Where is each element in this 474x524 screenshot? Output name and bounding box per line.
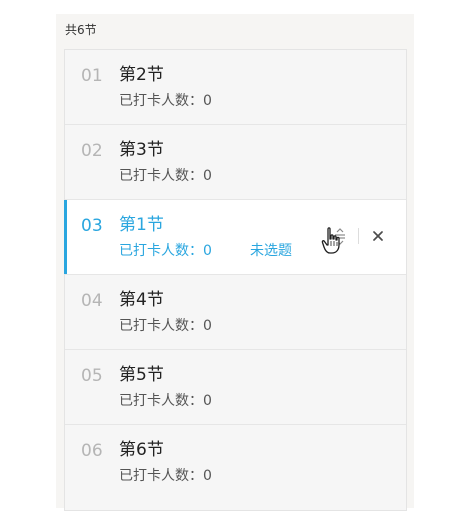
- section-count: 共6节: [65, 23, 97, 37]
- action-divider: [358, 228, 359, 244]
- checkin-count: 已打卡人数：0: [119, 318, 212, 334]
- section-number: 04: [81, 291, 103, 311]
- checkin-count: 已打卡人数：0: [119, 468, 212, 484]
- section-panel: 共6节 01 第2节 已打卡人数：0 02 第3节 已打卡人数：0 03 第1节…: [56, 14, 414, 511]
- hand-pointer-icon: [321, 226, 345, 258]
- section-list: 01 第2节 已打卡人数：0 02 第3节 已打卡人数：0 03 第1节 已打卡…: [64, 49, 407, 511]
- section-item[interactable]: 02 第3节 已打卡人数：0: [65, 125, 406, 200]
- section-title: 第2节: [119, 65, 164, 85]
- section-item[interactable]: 06 第6节 已打卡人数：0: [65, 425, 406, 498]
- section-number: 06: [81, 441, 103, 461]
- close-icon[interactable]: [370, 226, 386, 246]
- section-item[interactable]: 01 第2节 已打卡人数：0: [65, 50, 406, 125]
- section-number: 02: [81, 141, 103, 161]
- section-item-active[interactable]: 03 第1节 已打卡人数：0 未选题: [64, 200, 406, 275]
- checkin-count: 已打卡人数：0: [119, 168, 212, 184]
- section-title: 第4节: [119, 290, 164, 310]
- section-title: 第3节: [119, 140, 164, 160]
- section-item[interactable]: 04 第4节 已打卡人数：0: [65, 275, 406, 350]
- unselected-topic-link[interactable]: 未选题: [250, 242, 302, 260]
- checkin-count: 已打卡人数：0: [119, 393, 212, 409]
- section-number: 03: [81, 216, 103, 236]
- section-number: 01: [81, 66, 103, 86]
- checkin-count: 已打卡人数：0: [119, 93, 212, 109]
- section-title: 第1节: [119, 215, 164, 235]
- section-title: 第6节: [119, 440, 164, 460]
- section-number: 05: [81, 366, 103, 386]
- checkin-count: 已打卡人数：0: [119, 243, 212, 259]
- section-item[interactable]: 05 第5节 已打卡人数：0: [65, 350, 406, 425]
- section-title: 第5节: [119, 365, 164, 385]
